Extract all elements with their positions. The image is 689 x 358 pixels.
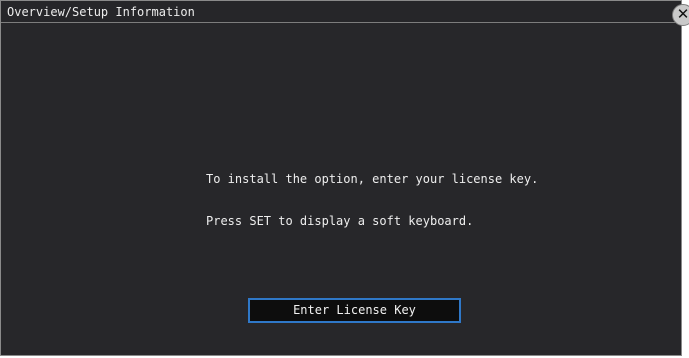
close-icon[interactable]: ✕ (672, 4, 689, 26)
title-bar: Overview/Setup Information (1, 1, 681, 23)
enter-license-key-button[interactable]: Enter License Key (248, 298, 461, 323)
instruction-line-1: To install the option, enter your licens… (206, 172, 539, 186)
dialog-title: Overview/Setup Information (7, 5, 195, 19)
instruction-line-2: Press SET to display a soft keyboard. (206, 214, 474, 228)
license-instructions: To install the option, enter your licens… (206, 144, 538, 256)
setup-information-dialog: Overview/Setup Information To install th… (0, 0, 682, 356)
